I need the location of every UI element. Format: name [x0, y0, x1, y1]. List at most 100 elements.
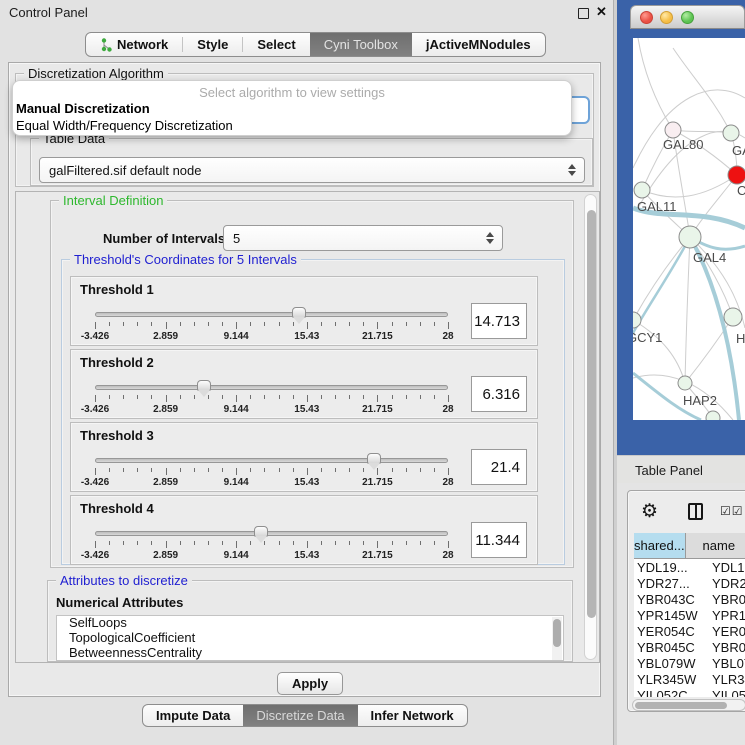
network-node[interactable]: [634, 182, 650, 198]
slider-tick-labels: -3.4262.8599.14415.4321.71528: [95, 331, 448, 343]
zoom-traffic-light[interactable]: [681, 11, 694, 24]
slider-thumb[interactable]: [254, 526, 268, 537]
network-edge: [673, 48, 731, 133]
dropdown-item[interactable]: Equal Width/Frequency Discretization: [16, 118, 233, 133]
table-row[interactable]: YBR043CYBR043C: [634, 592, 745, 608]
slider-thumb[interactable]: [197, 380, 211, 391]
node-label: GCY1: [633, 330, 662, 345]
attribute-item[interactable]: TopologicalCoefficient: [57, 631, 563, 646]
tab-infer-network[interactable]: Infer Network: [358, 705, 467, 726]
tick-label: -3.426: [81, 477, 109, 488]
cell-name: YBL079W: [706, 656, 745, 672]
column-header-shared-name[interactable]: shared...: [634, 533, 686, 558]
node-label: GAL4: [693, 250, 726, 265]
network-canvas[interactable]: GAL80GACGAL11GAL4GCY1HHAP2: [633, 38, 745, 420]
slider-track[interactable]: [95, 385, 448, 390]
slider-track[interactable]: [95, 458, 448, 463]
attribute-item[interactable]: BetweennessCentrality: [57, 646, 563, 661]
tick-label: 9.144: [224, 331, 249, 342]
checkbox-icons[interactable]: ☑☑: [720, 504, 744, 518]
node-table: shared... name YDL19...YDL19YDR27...YDR2…: [634, 533, 745, 697]
threshold-slider[interactable]: -3.4262.8599.14415.4321.71528: [95, 307, 448, 343]
network-node[interactable]: [633, 312, 641, 328]
network-node[interactable]: [665, 122, 681, 138]
network-node[interactable]: [728, 166, 745, 184]
tick-label: 15.43: [294, 477, 319, 488]
network-window-titlebar[interactable]: [630, 5, 745, 29]
gear-icon[interactable]: ⚙: [641, 500, 658, 523]
threshold-panel: Threshold 2 -3.4262.8599.14415.4321.7152…: [70, 349, 538, 419]
threshold-value-field[interactable]: 11.344: [471, 522, 527, 558]
tab-style[interactable]: Style: [183, 33, 242, 56]
threshold-value-field[interactable]: 21.4: [471, 449, 527, 485]
columns-icon[interactable]: [688, 503, 703, 520]
slider-thumb[interactable]: [292, 307, 306, 318]
network-node[interactable]: [706, 411, 720, 420]
cyni-toolbox-panel: Discretization Algorithm Table Data galF…: [8, 62, 601, 697]
numerical-attributes-list[interactable]: SelfLoopsTopologicalCoefficientBetweenne…: [56, 615, 564, 661]
network-node[interactable]: [724, 308, 742, 326]
scrollbar-thumb[interactable]: [635, 702, 727, 709]
table-row[interactable]: YIL052CYIL052C: [634, 688, 745, 697]
table-row[interactable]: YER054CYER054C: [634, 624, 745, 640]
minimize-traffic-light[interactable]: [660, 11, 673, 24]
tick-label: 9.144: [224, 550, 249, 561]
cell-name: YBR043C: [706, 592, 745, 608]
attributes-scrollbar[interactable]: [552, 617, 562, 661]
table-row[interactable]: YDR27...YDR27: [634, 576, 745, 592]
close-icon[interactable]: ✕: [596, 4, 607, 20]
algorithm-dropdown-popup: Select algorithm to view settingsManual …: [12, 80, 572, 136]
table-row[interactable]: YLR345WYLR345W: [634, 672, 745, 688]
tick-label: -3.426: [81, 404, 109, 415]
slider-thumb[interactable]: [367, 453, 381, 464]
float-window-icon[interactable]: [578, 8, 589, 19]
slider-tick-labels: -3.4262.8599.14415.4321.71528: [95, 404, 448, 416]
tick-label: 21.715: [362, 550, 393, 561]
apply-button[interactable]: Apply: [277, 672, 343, 695]
attribute-item[interactable]: SelfLoops: [57, 616, 563, 631]
scrollbar-thumb[interactable]: [587, 210, 596, 618]
threshold-slider[interactable]: -3.4262.8599.14415.4321.71528: [95, 526, 448, 562]
cell-shared-name: YIL052C: [634, 688, 706, 697]
settings-scrollpane: Interval Definition Number of Intervals …: [15, 191, 600, 663]
slider-ticks: [95, 322, 448, 330]
close-traffic-light[interactable]: [640, 11, 653, 24]
slider-track[interactable]: [95, 312, 448, 317]
tab-network[interactable]: Network: [86, 33, 182, 56]
settings-vertical-scrollbar[interactable]: [584, 194, 597, 660]
table-data-value: galFiltered.sif default node: [49, 163, 201, 178]
table-row[interactable]: YPR145WYPR145W: [634, 608, 745, 624]
table-row[interactable]: YBL079WYBL079W: [634, 656, 745, 672]
number-of-intervals-combobox[interactable]: 5: [223, 225, 503, 251]
column-header-name[interactable]: name: [686, 533, 745, 558]
node-label: C: [737, 183, 745, 198]
tab-impute-data[interactable]: Impute Data: [143, 705, 243, 726]
table-row[interactable]: YBR045CYBR045C: [634, 640, 745, 656]
network-node[interactable]: [678, 376, 692, 390]
cell-shared-name: YER054C: [634, 624, 706, 640]
scrollbar-thumb[interactable]: [553, 619, 561, 647]
threshold-label: Threshold 4: [80, 501, 154, 516]
app-root: Control Panel ✕ Network Style Select Cyn…: [0, 0, 745, 745]
tab-select[interactable]: Select: [243, 33, 309, 56]
dropdown-item[interactable]: Manual Discretization: [16, 101, 150, 116]
tab-discretize-data[interactable]: Discretize Data: [243, 705, 357, 726]
threshold-value-field[interactable]: 14.713: [471, 303, 527, 339]
network-view-window: GAL80GACGAL11GAL4GCY1HHAP2: [617, 0, 745, 455]
slider-tick-labels: -3.4262.8599.14415.4321.71528: [95, 477, 448, 489]
table-data-combobox[interactable]: galFiltered.sif default node: [39, 157, 585, 183]
slider-track[interactable]: [95, 531, 448, 536]
node-label: GA: [732, 143, 745, 158]
network-node[interactable]: [679, 226, 701, 248]
tab-jactivemnodules[interactable]: jActiveMNodules: [412, 33, 545, 56]
tab-cyni-toolbox[interactable]: Cyni Toolbox: [310, 33, 412, 56]
threshold-slider[interactable]: -3.4262.8599.14415.4321.71528: [95, 380, 448, 416]
table-row[interactable]: YDL19...YDL19: [634, 560, 745, 576]
threshold-value-field[interactable]: 6.316: [471, 376, 527, 412]
threshold-slider[interactable]: -3.4262.8599.14415.4321.71528: [95, 453, 448, 489]
table-horizontal-scrollbar[interactable]: [632, 699, 745, 711]
number-of-intervals-value: 5: [233, 231, 240, 246]
network-node[interactable]: [723, 125, 739, 141]
tick-label: 2.859: [153, 404, 178, 415]
tick-label: 9.144: [224, 477, 249, 488]
